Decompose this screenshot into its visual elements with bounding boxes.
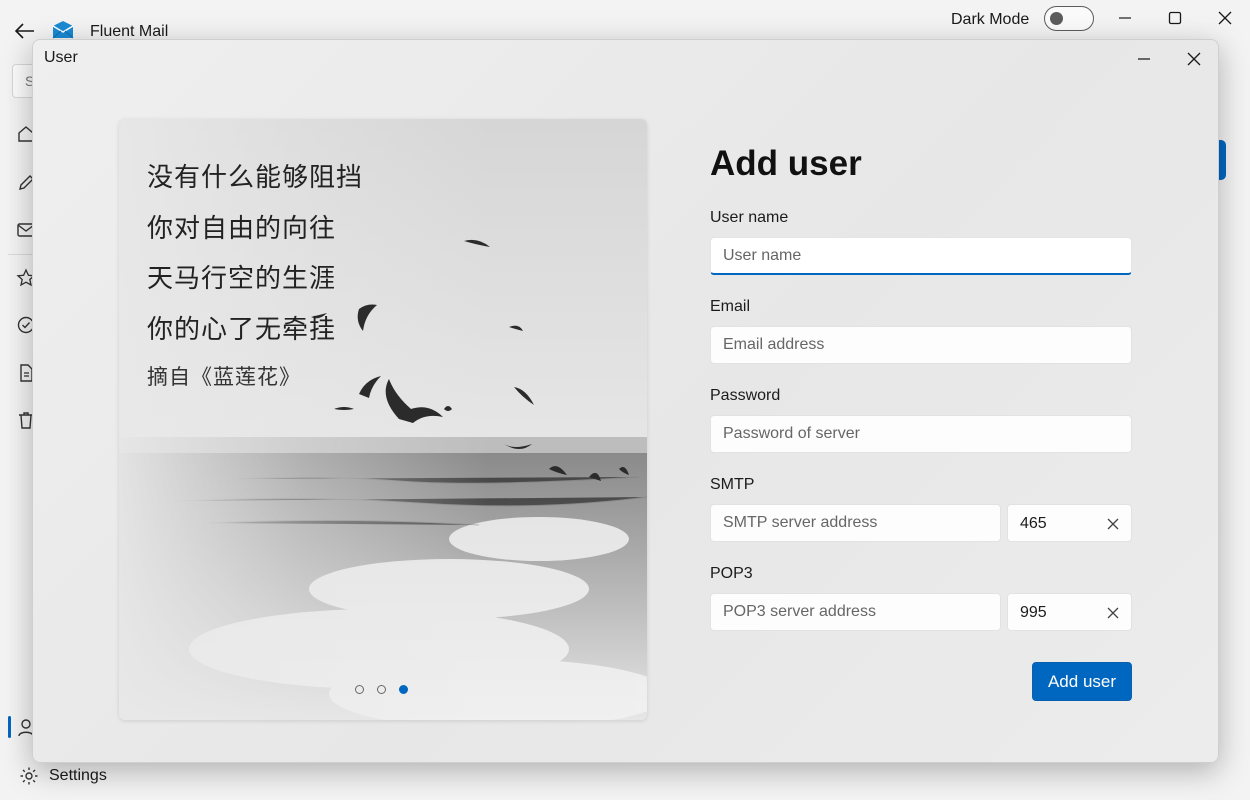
pager-dot-active[interactable] [399, 685, 408, 694]
banner-image-card: 没有什么能够阻挡 你对自由的向往 天马行空的生涯 你的心了无牵挂 摘自《蓝莲花》 [119, 119, 647, 720]
email-input[interactable] [710, 326, 1132, 364]
close-icon [1218, 11, 1232, 25]
active-indicator [8, 716, 11, 738]
form-heading: Add user [710, 144, 862, 183]
dark-mode-label: Dark Mode [951, 11, 1030, 28]
email-label: Email [710, 298, 751, 315]
password-input[interactable] [710, 415, 1132, 453]
pop3-port-input[interactable]: 995 [1007, 593, 1132, 631]
poem-text: 没有什么能够阻挡 你对自由的向往 天马行空的生涯 你的心了无牵挂 摘自《蓝莲花》 [147, 153, 363, 391]
poem-line: 天马行空的生涯 [147, 264, 337, 294]
dark-mode-toggle[interactable] [1044, 6, 1094, 31]
poem-line: 没有什么能够阻挡 [147, 163, 364, 193]
pop3-port-value: 995 [1020, 604, 1047, 621]
dialog-minimize-button[interactable] [1127, 44, 1161, 74]
gear-icon[interactable] [19, 766, 39, 786]
carousel-pager [355, 685, 408, 694]
smtp-port-value: 465 [1020, 515, 1047, 532]
username-label: User name [710, 209, 789, 226]
close-icon [1107, 518, 1119, 530]
pager-dot[interactable] [355, 685, 364, 694]
settings-label[interactable]: Settings [49, 767, 107, 785]
maximize-button[interactable] [1160, 4, 1190, 32]
pop3-label: POP3 [710, 565, 753, 582]
add-user-button[interactable]: Add user [1032, 662, 1132, 701]
close-icon [1187, 52, 1201, 66]
pager-dot[interactable] [377, 685, 386, 694]
pop3-server-input[interactable] [710, 593, 1001, 631]
smtp-port-input[interactable]: 465 [1007, 504, 1132, 542]
dialog-close-button[interactable] [1177, 44, 1211, 74]
smtp-server-input[interactable] [710, 504, 1001, 542]
poem-line: 你的心了无牵挂 [147, 314, 337, 345]
minimize-icon [1138, 58, 1150, 60]
close-icon [1107, 607, 1119, 619]
poem-line: 你对自由的向往 [147, 213, 337, 244]
smtp-port-clear-button[interactable] [1103, 514, 1123, 534]
pop3-port-clear-button[interactable] [1103, 603, 1123, 623]
minimize-icon [1119, 17, 1131, 19]
toggle-knob [1050, 12, 1063, 25]
poem-source: 摘自《蓝莲花》 [147, 365, 301, 389]
username-input[interactable] [710, 237, 1132, 275]
close-window-button[interactable] [1210, 4, 1240, 32]
smtp-label: SMTP [710, 476, 755, 493]
maximize-icon [1168, 11, 1182, 25]
dialog-title: User [44, 49, 78, 66]
add-user-dialog: User 没有什么能够阻挡 你对自由的向往 天马行空的生涯 你的心了无牵挂 摘自… [32, 39, 1219, 763]
app-logo-icon [52, 21, 74, 39]
minimize-button[interactable] [1110, 4, 1140, 32]
password-label: Password [710, 387, 781, 404]
arrow-left-icon [15, 23, 34, 39]
app-titlebar: Fluent Mail Dark Mode [0, 0, 1250, 40]
